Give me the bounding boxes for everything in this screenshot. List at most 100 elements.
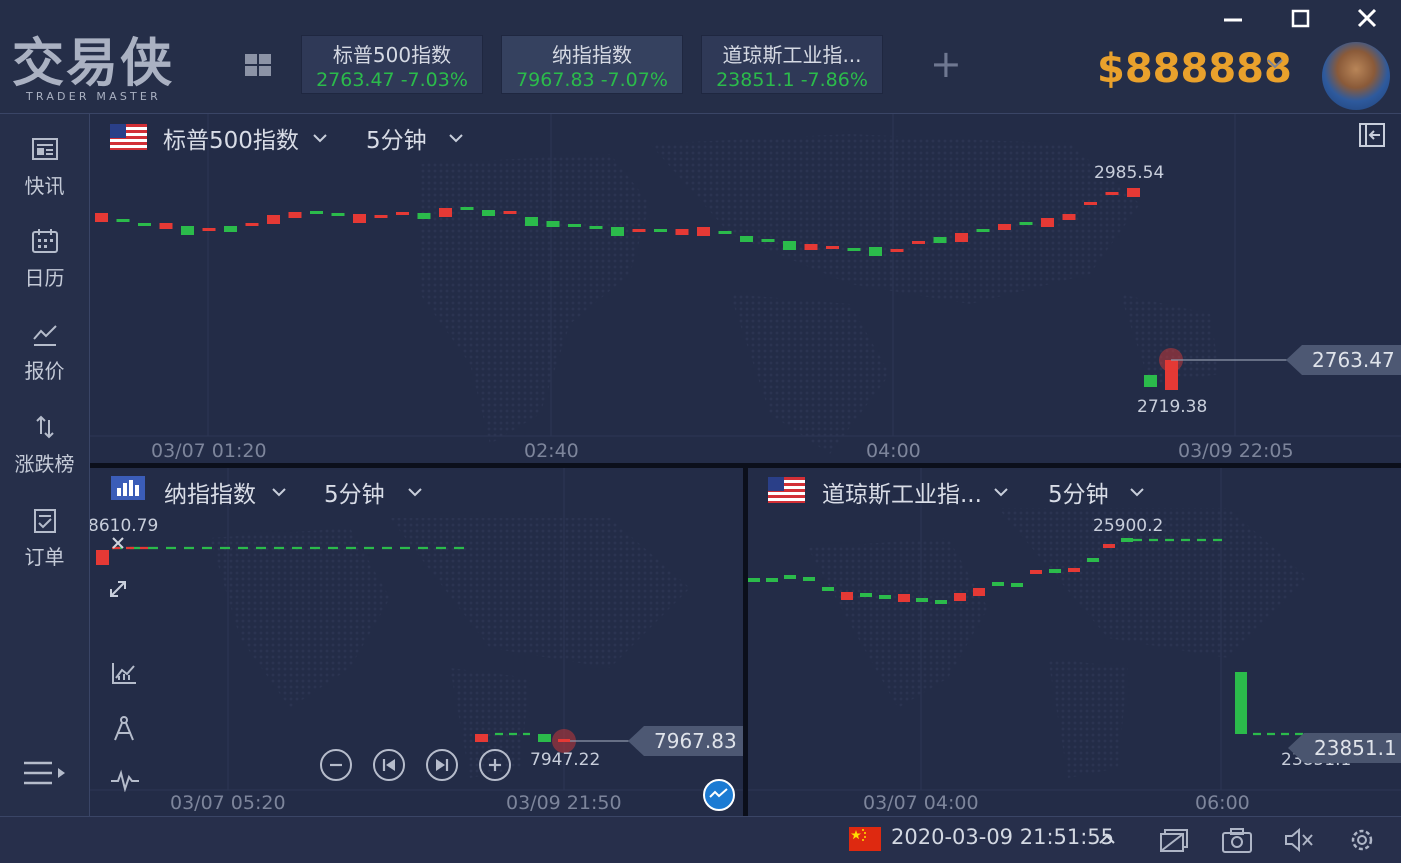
x-tick: 03/09 22:05 [1178, 440, 1294, 462]
chevron-down-icon[interactable] [407, 484, 423, 503]
candle [525, 217, 538, 226]
sidebar-item-calendar[interactable]: 日历 [0, 228, 89, 291]
x-tick: 03/07 04:00 [863, 792, 979, 814]
candle [1121, 538, 1133, 542]
logo-subtitle: TRADER MASTER [26, 90, 161, 103]
close-icon[interactable] [110, 535, 126, 555]
chart-panel-nasdaq[interactable]: 纳指指数 5分钟 8610.79 7947.22 7967.83 03/07 0… [90, 468, 743, 816]
candle [353, 214, 366, 223]
candle [538, 734, 551, 742]
calendar-icon [31, 229, 58, 253]
candle [890, 249, 904, 252]
zoom-in-button[interactable] [479, 749, 511, 781]
candle [589, 226, 603, 229]
mute-icon[interactable] [1283, 826, 1315, 858]
chart-type-icon[interactable] [111, 476, 145, 504]
chevron-down-icon[interactable] [1129, 484, 1145, 503]
candle [973, 588, 985, 596]
symbol-selector[interactable]: 道琼斯工业指... [822, 475, 982, 509]
candle [460, 207, 474, 210]
chevron-down-icon[interactable] [312, 130, 328, 149]
ticker-name: 道琼斯工业指... [722, 43, 862, 67]
candle [784, 575, 796, 579]
sidebar-item-orders[interactable]: 订单 [0, 507, 89, 570]
candle [159, 223, 173, 229]
camera-icon[interactable] [1221, 826, 1253, 858]
candle [1041, 218, 1054, 227]
avatar[interactable] [1322, 42, 1390, 110]
candle [396, 212, 409, 215]
chart-panel-dow[interactable]: 道琼斯工业指... 5分钟 25900.2 23851.1 23851.1 03… [748, 468, 1401, 816]
candle [976, 229, 990, 232]
candle [822, 587, 834, 591]
drawing-tool-icon[interactable] [110, 714, 138, 746]
period-selector[interactable]: 5分钟 [1048, 475, 1109, 509]
chevron-down-icon[interactable] [993, 484, 1009, 503]
indicator-icon[interactable] [110, 660, 138, 690]
account-balance[interactable]: $888888 [1097, 44, 1292, 94]
waveform-icon[interactable] [110, 768, 140, 796]
chevron-down-icon[interactable] [271, 484, 287, 503]
quote-icon [32, 325, 57, 346]
app-logo: 交易侠 TRADER MASTER [12, 36, 202, 106]
settings-icon[interactable] [1347, 825, 1377, 859]
candle [374, 215, 388, 218]
collapse-panel-icon[interactable] [1358, 122, 1386, 152]
candle [912, 241, 925, 244]
us-flag-icon [768, 477, 805, 507]
skip-end-button[interactable] [426, 749, 458, 781]
add-ticker-icon[interactable]: + [930, 44, 962, 84]
sidebar-item-quotes[interactable]: 报价 [0, 321, 89, 384]
symbol-selector[interactable]: 纳指指数 [164, 475, 256, 509]
candle [245, 223, 259, 226]
chart-analysis-icon[interactable] [703, 779, 735, 811]
candle [439, 208, 452, 217]
sidebar-item-news[interactable]: 快讯 [0, 136, 89, 199]
candle [654, 229, 667, 232]
candle [675, 229, 689, 235]
ticker-sp500[interactable]: 标普500指数 2763.47 -7.03% [301, 35, 483, 94]
period-selector[interactable]: 5分钟 [324, 475, 385, 509]
fullscreen-icon[interactable] [107, 578, 129, 604]
chevron-up-icon[interactable] [1098, 831, 1116, 850]
high-price-label: 2985.54 [1094, 163, 1165, 183]
close-icon[interactable] [1352, 6, 1382, 30]
last-price-tag: 23851.1 [1288, 733, 1401, 763]
low-price-label: 7947.22 [530, 750, 601, 770]
nasdaq-candles [96, 546, 630, 753]
ticker-dow[interactable]: 道琼斯工业指... 23851.1 -7.86% [701, 35, 883, 94]
candle [482, 210, 495, 216]
chevron-down-icon[interactable] [1266, 56, 1284, 75]
skip-start-button[interactable] [373, 749, 405, 781]
maximize-icon[interactable] [1285, 6, 1315, 30]
menu-collapse-icon[interactable] [22, 758, 68, 792]
sidebar-item-label: 快讯 [24, 174, 65, 198]
candle [632, 229, 646, 232]
candle [1049, 569, 1061, 573]
zoom-out-button[interactable] [320, 749, 352, 781]
candle [331, 213, 345, 216]
candle [826, 246, 839, 249]
symbol-selector[interactable]: 标普500指数 [163, 121, 299, 155]
candle [611, 227, 624, 236]
candle [417, 213, 431, 219]
status-bar: 2020-03-09 21:51:55 [0, 816, 1401, 863]
minimize-icon[interactable] [1218, 6, 1248, 30]
ticker-nasdaq[interactable]: 纳指指数 7967.83 -7.07% [501, 35, 683, 94]
grid-layout-icon[interactable] [243, 52, 273, 78]
candle [1030, 570, 1042, 574]
period-selector[interactable]: 5分钟 [366, 121, 427, 155]
window-layout-icon[interactable] [1158, 826, 1190, 858]
sidebar-item-ranking[interactable]: 涨跌榜 [0, 414, 89, 477]
china-flag-icon [849, 827, 881, 855]
candle [869, 247, 882, 256]
chevron-down-icon[interactable] [448, 130, 464, 149]
ticker-value: 7967.83 -7.07% [516, 69, 668, 91]
candle [748, 578, 760, 582]
candle [546, 221, 560, 227]
candle [202, 228, 216, 231]
candle [503, 211, 517, 214]
x-tick: 03/07 05:20 [170, 792, 286, 814]
candle [558, 739, 570, 742]
chart-panel-sp500[interactable]: 标普500指数 5分钟 2985.54 2719.38 2763.47 03/0… [90, 114, 1401, 463]
